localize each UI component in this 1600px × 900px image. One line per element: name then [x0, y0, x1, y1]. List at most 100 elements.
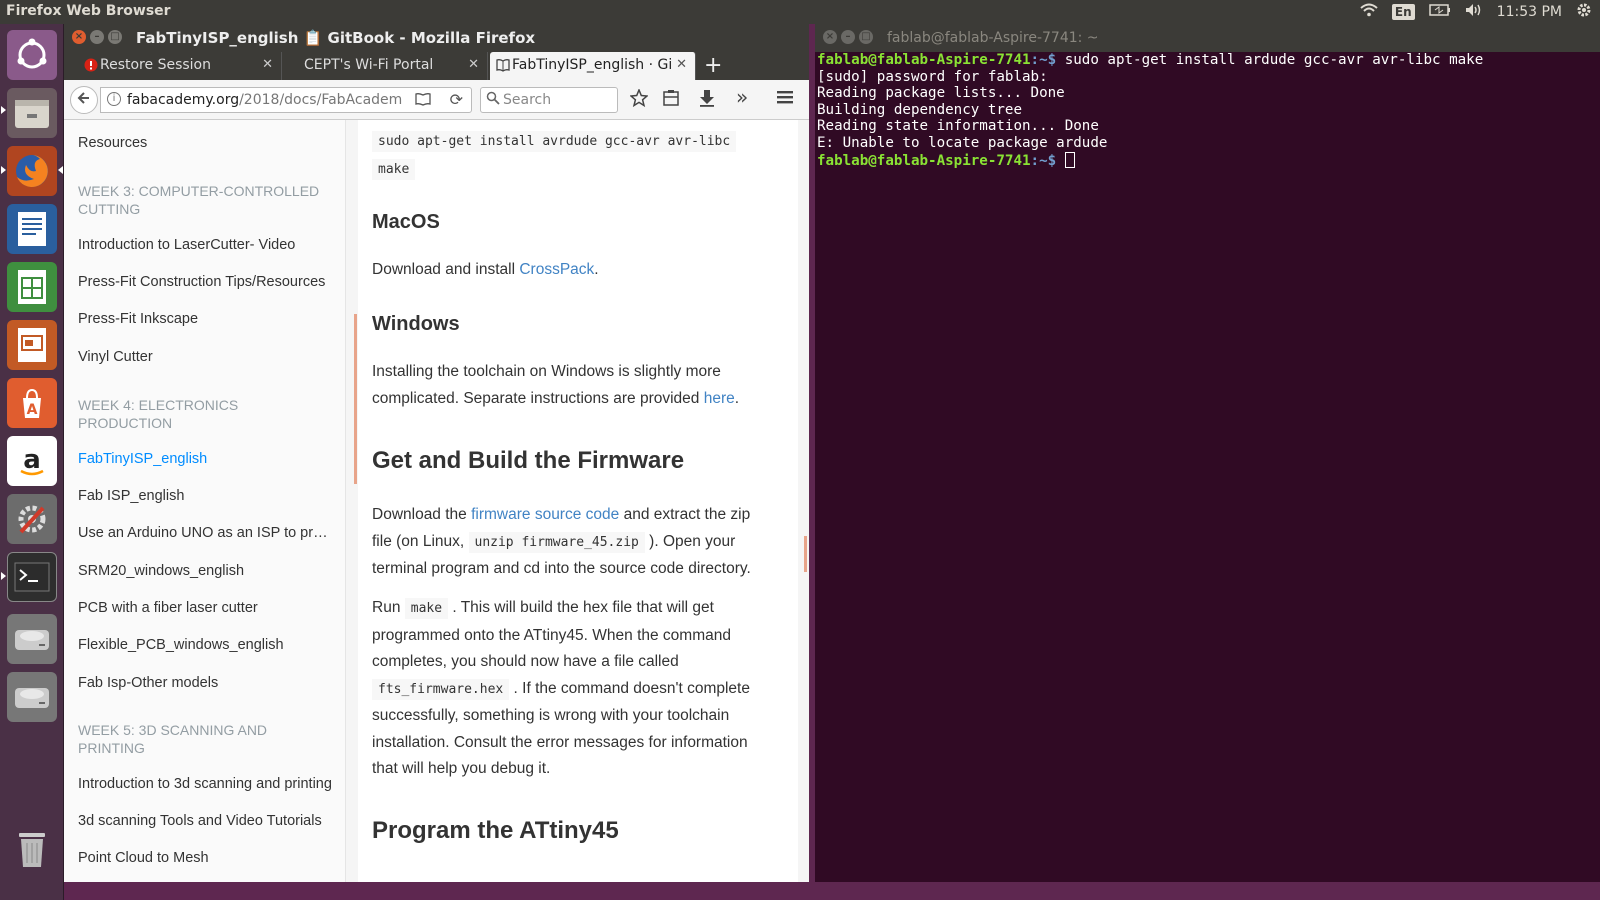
heading-windows: Windows — [372, 313, 460, 335]
tab-wifi-portal[interactable]: CEPT's Wi-Fi Portal ✕ — [282, 52, 488, 80]
install-command-code-cont: make — [372, 158, 416, 180]
ubuntu-dash-icon[interactable] — [7, 30, 57, 80]
build-paragraph: Download the firmware source code and ex… — [372, 502, 772, 583]
windows-text: Installing the toolchain on Windows is s… — [372, 363, 721, 407]
sidebar-item-flexible-pcb[interactable]: Flexible_PCB_windows_english — [78, 637, 334, 653]
wifi-icon[interactable] — [1360, 3, 1378, 21]
back-button[interactable] — [70, 86, 98, 114]
sidebar-item-arduino-isp[interactable]: Use an Arduino UNO as an ISP to program — [78, 525, 334, 541]
terminal-current-prompt: fablab@fablab-Aspire-7741:~$ — [817, 151, 1600, 170]
battery-icon[interactable] — [1428, 4, 1451, 20]
sidebar-item-fabtinyisp-english[interactable]: FabTinyISP_english — [78, 451, 334, 467]
libreoffice-writer-icon[interactable] — [7, 204, 57, 254]
url-bar[interactable]: i fabacademy.org/2018/docs/FabAcadem ⟳ — [100, 87, 472, 113]
disk-drive-icon[interactable] — [7, 672, 57, 722]
tab-restore-session[interactable]: Restore Session ✕ — [78, 52, 282, 80]
build-text: Download the — [372, 506, 472, 523]
content-scrollbar[interactable] — [804, 536, 807, 572]
maximize-window-button[interactable]: □ — [108, 30, 122, 44]
sidebar-item-fab-isp-other[interactable]: Fab Isp-Other models — [78, 675, 334, 691]
terminal-command-line: fablab@fablab-Aspire-7741:~$ sudo apt-ge… — [817, 52, 1600, 69]
ubuntu-software-icon[interactable]: A — [7, 378, 57, 428]
terminal-cursor — [1064, 151, 1075, 168]
terminal-output[interactable]: fablab@fablab-Aspire-7741:~$ sudo apt-ge… — [815, 52, 1600, 169]
search-icon — [486, 91, 500, 109]
indicator-area: En 11:53 PM — [1360, 0, 1592, 24]
sidebar-item-fab-isp-english[interactable]: Fab ISP_english — [78, 488, 334, 504]
terminal-output-line: Reading package lists... Done — [817, 85, 1065, 102]
sidebar-item-3d-scanning-tools[interactable]: 3d scanning Tools and Video Tutorials — [78, 813, 334, 829]
book-icon — [496, 59, 510, 72]
trash-icon[interactable] — [7, 824, 57, 874]
close-tab-icon[interactable]: ✕ — [676, 57, 687, 72]
close-window-button[interactable]: × — [823, 30, 837, 44]
sidebar-header-week3: WEEK 3: COMPUTER-CONTROLLED CUTTING — [78, 183, 320, 217]
terminal-titlebar[interactable]: × – □ fablab@fablab-Aspire-7741: ~ — [815, 24, 1600, 52]
firmware-source-link[interactable]: firmware source code — [471, 506, 619, 523]
site-info-icon[interactable]: i — [107, 92, 121, 106]
sidebar-item-vinyl-cutter[interactable]: Vinyl Cutter — [78, 349, 334, 365]
sidebar-item-pressfit-tips[interactable]: Press-Fit Construction Tips/Resources — [78, 274, 334, 290]
sidebar-item-lasercutter-video[interactable]: Introduction to LaserCutter- Video — [78, 237, 334, 253]
window-controls: × – □ — [823, 30, 873, 44]
amazon-icon[interactable]: a — [7, 436, 57, 486]
new-tab-button[interactable]: + — [704, 53, 722, 78]
sidebar-item-resources[interactable]: Resources — [78, 135, 334, 151]
libreoffice-calc-icon[interactable] — [7, 262, 57, 312]
terminal-output-line: E: Unable to locate package ardude — [817, 134, 1108, 151]
prompt-user: fablab@fablab-Aspire-7741 — [817, 52, 1031, 68]
tab-label: Restore Session — [100, 57, 211, 73]
reader-view-icon[interactable] — [415, 92, 431, 110]
sidebar-header-week5: WEEK 5: 3D SCANNING AND PRINTING — [78, 722, 268, 756]
search-bar[interactable]: Search — [480, 87, 618, 113]
volume-icon[interactable] — [1465, 3, 1483, 21]
files-icon[interactable] — [7, 88, 57, 138]
heading-macos: MacOS — [372, 211, 440, 233]
hamburger-menu-icon[interactable] — [776, 89, 794, 110]
sidebar-item-pcb-fiber-laser[interactable]: PCB with a fiber laser cutter — [78, 600, 334, 616]
minimize-window-button[interactable]: – — [90, 30, 104, 44]
firefox-icon[interactable] — [7, 146, 57, 196]
hex-filename-code: fts_firmware.hex — [372, 678, 510, 700]
keyboard-layout-indicator[interactable]: En — [1391, 4, 1415, 20]
sidebar-item-pressfit-inkscape[interactable]: Press-Fit Inkscape — [78, 311, 334, 327]
terminal-window: × – □ fablab@fablab-Aspire-7741: ~ fabla… — [815, 24, 1600, 882]
settings-gear-icon[interactable] — [1576, 2, 1592, 22]
window-titlebar[interactable]: × – □ FabTinyISP_english 📋 GitBook - Moz… — [64, 24, 809, 52]
launcher: A a — [0, 24, 64, 900]
gitbook-sidebar: Resources WEEK 3: COMPUTER-CONTROLLED CU… — [64, 120, 346, 882]
reload-icon[interactable]: ⟳ — [450, 90, 463, 109]
close-tab-icon[interactable]: ✕ — [262, 57, 273, 72]
window-title: FabTinyISP_english 📋 GitBook - Mozilla F… — [136, 29, 536, 47]
running-indicator — [1, 106, 6, 114]
macos-text: Download and install — [372, 261, 520, 278]
prompt-path: :~$ — [1030, 52, 1057, 68]
close-window-button[interactable]: × — [72, 30, 86, 44]
maximize-window-button[interactable]: □ — [859, 30, 873, 44]
sidebar-item-srm20-windows[interactable]: SRM20_windows_english — [78, 563, 334, 579]
running-indicator — [1, 166, 6, 174]
downloads-icon[interactable] — [698, 89, 716, 112]
disk-drive-icon[interactable] — [7, 614, 57, 664]
bookmarks-menu-icon[interactable] — [662, 89, 680, 112]
minimize-window-button[interactable]: – — [841, 30, 855, 44]
windows-instructions-link[interactable]: here — [704, 390, 735, 407]
clock[interactable]: 11:53 PM — [1497, 4, 1562, 20]
tab-label: FabTinyISP_english · Gi — [512, 57, 673, 73]
terminal-icon[interactable] — [7, 552, 57, 602]
tab-fabtinyisp[interactable]: FabTinyISP_english · Gi ✕ — [490, 52, 696, 80]
sidebar-item-3d-scanning-intro[interactable]: Introduction to 3d scanning and printing — [78, 776, 334, 792]
libreoffice-impress-icon[interactable] — [7, 320, 57, 370]
tab-strip: Restore Session ✕ CEPT's Wi-Fi Portal ✕ … — [64, 52, 809, 80]
system-settings-icon[interactable] — [7, 494, 57, 544]
overflow-chevron-icon[interactable]: » — [736, 85, 748, 109]
focused-indicator — [58, 166, 63, 174]
bookmark-star-icon[interactable] — [629, 88, 649, 112]
crosspack-link[interactable]: CrossPack — [519, 261, 594, 278]
close-tab-icon[interactable]: ✕ — [468, 57, 479, 72]
sidebar-header-week4: WEEK 4: ELECTRONICS PRODUCTION — [78, 397, 239, 431]
sidebar-item-point-cloud[interactable]: Point Cloud to Mesh — [78, 850, 334, 866]
sidebar-scrollbar[interactable] — [354, 314, 357, 484]
make-command-code: make — [404, 598, 449, 619]
typed-command: sudo apt-get install ardude gcc-avr avr-… — [1056, 52, 1484, 68]
